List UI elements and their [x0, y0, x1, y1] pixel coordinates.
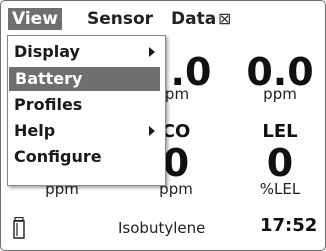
menu-item-battery[interactable]: Battery	[9, 67, 160, 91]
submenu-arrow-icon	[149, 47, 155, 57]
sensor-unit-top-right: ppm	[263, 85, 297, 103]
submenu-arrow-icon	[149, 126, 155, 136]
instrument-screen: View Sensor Data ⊠ .0 pm 0.0 ppm ppm CO …	[0, 0, 326, 251]
menu-item-help[interactable]: Help	[8, 119, 161, 143]
menu-sensor[interactable]: Sensor	[83, 8, 157, 30]
menu-item-profiles[interactable]: Profiles	[8, 93, 161, 117]
clock-time: 17:52	[260, 215, 318, 236]
menu-view[interactable]: View	[8, 8, 62, 30]
menu-item-battery-label: Battery	[15, 69, 83, 88]
close-icon[interactable]: ⊠	[214, 8, 235, 30]
menu-bar: View Sensor Data ⊠	[1, 1, 325, 35]
menu-item-display[interactable]: Display	[8, 40, 161, 64]
menu-item-configure[interactable]: Configure	[8, 145, 161, 169]
sensor-unit-lel: %LEL	[259, 180, 301, 198]
menu-item-profiles-label: Profiles	[14, 95, 83, 114]
sensor-label-lel: LEL	[262, 121, 298, 142]
menu-item-display-label: Display	[14, 42, 80, 61]
gas-bottle-icon	[12, 216, 26, 243]
view-dropdown-menu: Display Battery Profiles Help Configure	[7, 35, 166, 186]
menu-item-help-label: Help	[14, 121, 56, 140]
gas-name: Isobutylene	[118, 219, 206, 237]
sensor-value-lel: 0	[266, 141, 294, 185]
menu-data[interactable]: Data	[167, 8, 220, 30]
menu-item-configure-label: Configure	[14, 147, 102, 166]
